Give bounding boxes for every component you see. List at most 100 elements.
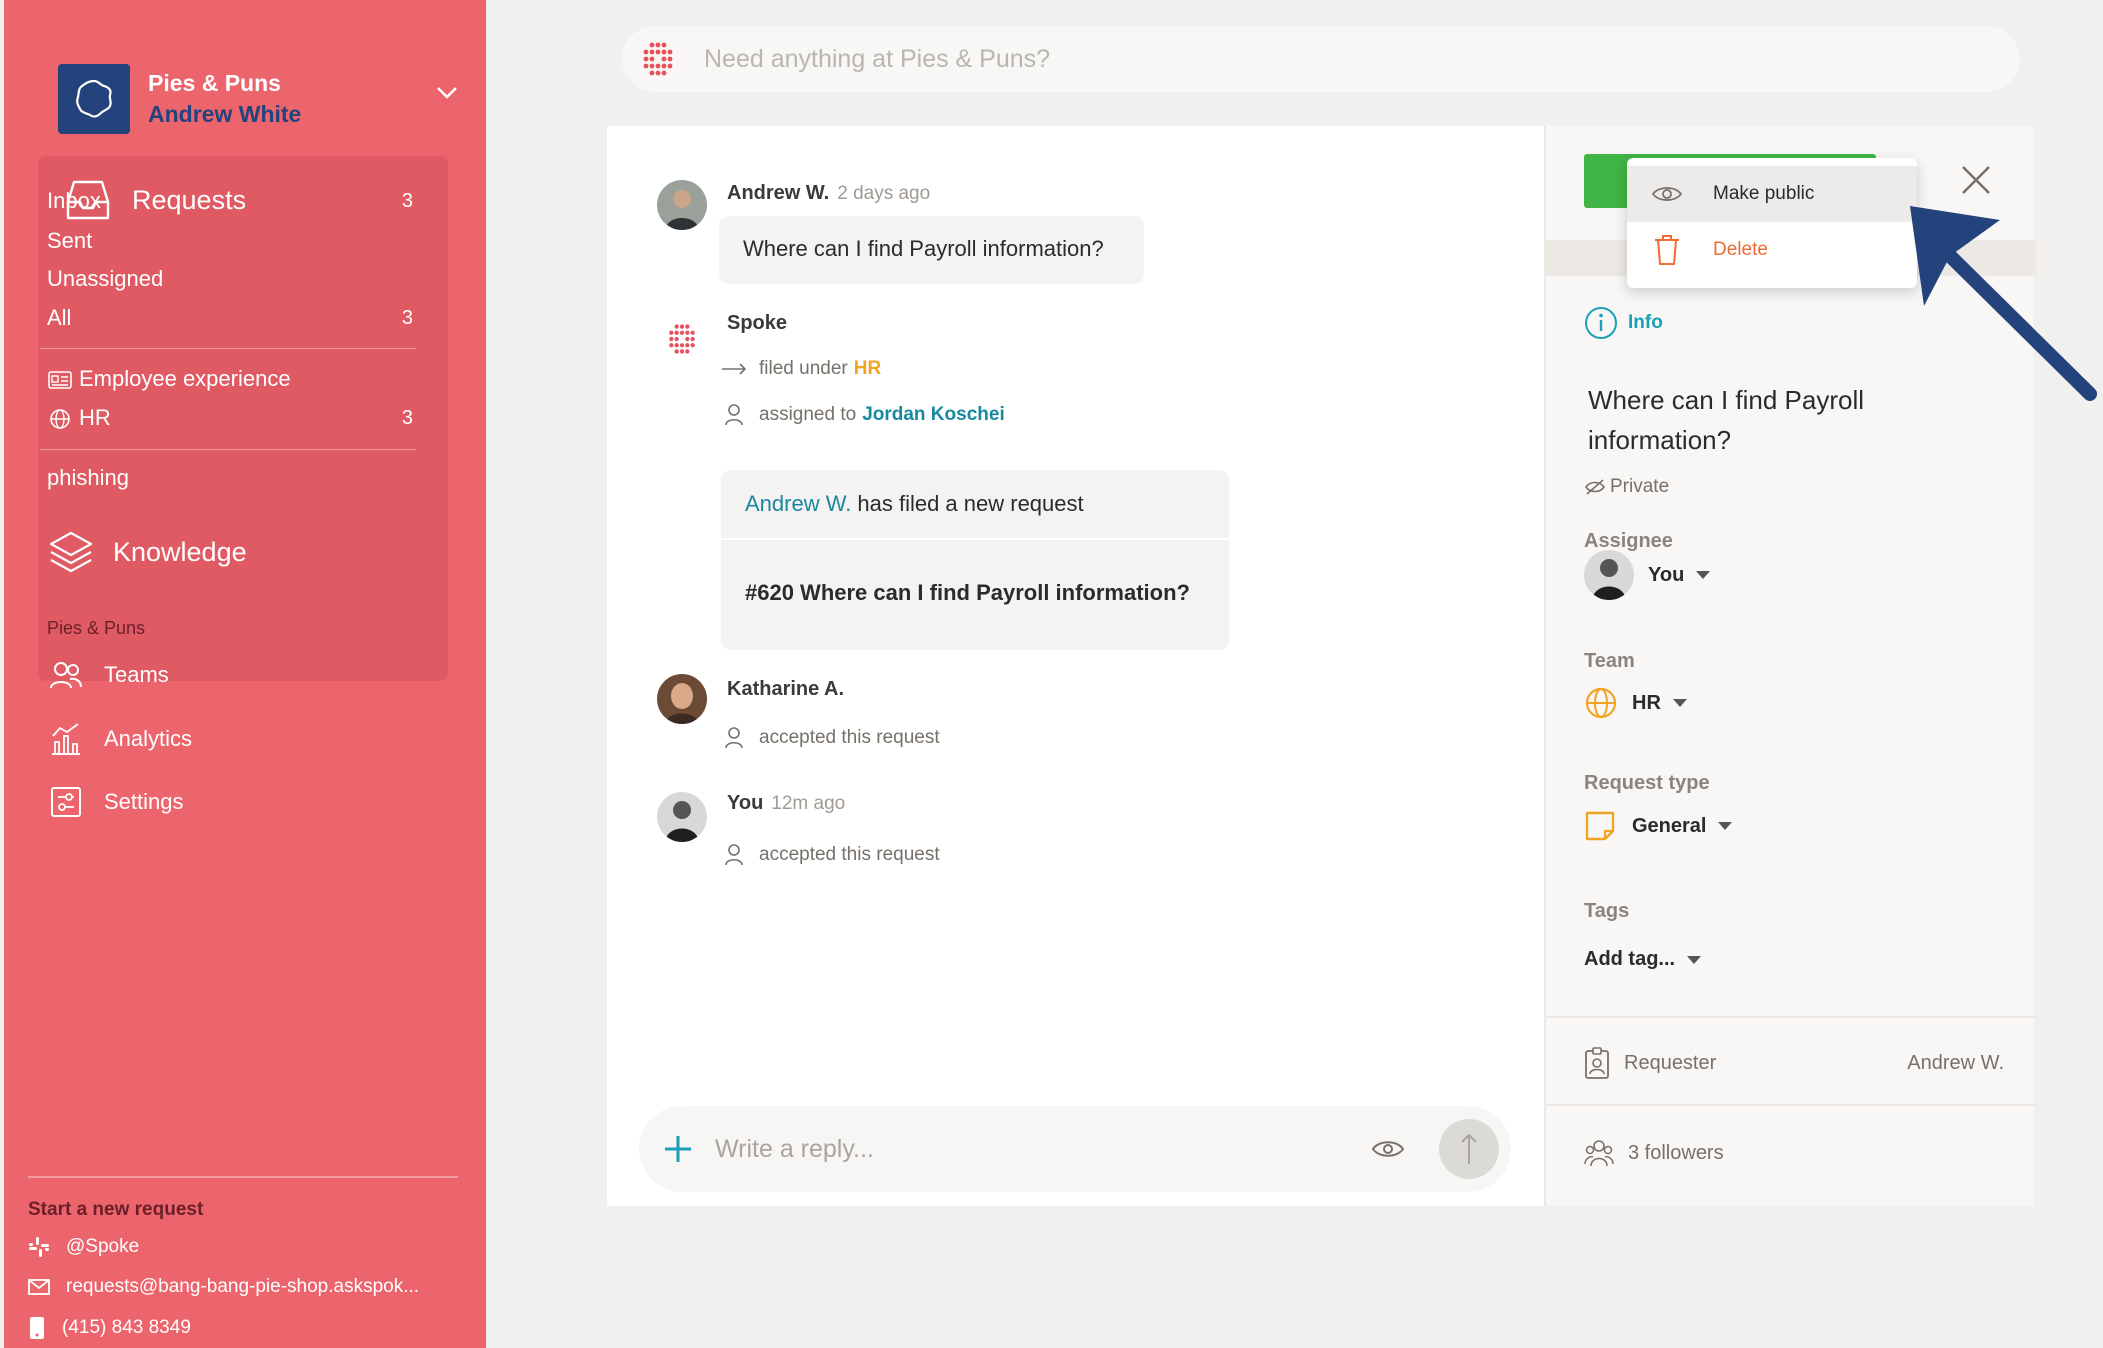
analytics-label: Analytics bbox=[104, 726, 193, 751]
sidebar-item-unassigned[interactable]: Unassigned bbox=[47, 266, 413, 292]
analytics-icon bbox=[52, 723, 80, 755]
person-icon bbox=[725, 727, 743, 749]
assignee-select[interactable]: You bbox=[1584, 550, 1711, 600]
send-button[interactable] bbox=[1439, 1119, 1499, 1179]
eye-icon[interactable] bbox=[1371, 1138, 1405, 1160]
divider bbox=[28, 1176, 458, 1178]
divider bbox=[40, 449, 416, 450]
requester-label: Requester bbox=[1624, 1051, 1717, 1074]
close-icon[interactable] bbox=[1960, 164, 1992, 196]
message-time: 12m ago bbox=[771, 793, 846, 814]
sidebar-item-label: Employee experience bbox=[79, 366, 291, 391]
settings-icon bbox=[51, 787, 81, 817]
message-bubble: Where can I find Payroll information? bbox=[719, 216, 1144, 284]
info-icon bbox=[1585, 307, 1617, 339]
menu-item-label: Make public bbox=[1713, 183, 1815, 204]
divider bbox=[1546, 1016, 2036, 1018]
caret-down-icon bbox=[1672, 699, 1687, 707]
request-type-value: General bbox=[1632, 814, 1707, 837]
teams-icon bbox=[50, 662, 82, 689]
contact-phone[interactable]: (415) 843 8349 bbox=[28, 1316, 191, 1340]
tags-value: Add tag... bbox=[1584, 948, 1676, 970]
request-title: Where can I find Payroll information? bbox=[1588, 385, 1865, 455]
slack-icon bbox=[29, 1237, 49, 1257]
globe-icon bbox=[50, 409, 70, 429]
sidebar-item-all[interactable]: All 3 bbox=[47, 305, 413, 331]
request-card[interactable]: Andrew W. has filed a new request #620 W… bbox=[721, 470, 1229, 650]
person-icon bbox=[725, 844, 743, 866]
contact-label: requests@bang-bang-pie-shop.askspok... bbox=[66, 1276, 420, 1297]
annotation-arrow-icon bbox=[1910, 206, 2097, 401]
settings-label: Settings bbox=[104, 789, 184, 814]
count-badge: 3 bbox=[401, 189, 413, 212]
event-assigned: assigned to Jordan Koschei bbox=[721, 404, 1005, 426]
sidebar-item-label: Unassigned bbox=[47, 266, 164, 291]
search-input[interactable]: Need anything at Pies & Puns? bbox=[704, 45, 1050, 74]
followers-icon bbox=[1584, 1140, 1614, 1167]
tab-info[interactable]: Info bbox=[1584, 306, 1663, 340]
divider bbox=[40, 348, 416, 349]
sidebar-item-analytics[interactable]: Analytics bbox=[50, 722, 192, 756]
tab-label: Info bbox=[1628, 312, 1663, 333]
menu-item-label: Delete bbox=[1713, 239, 1768, 260]
chevron-down-icon[interactable] bbox=[436, 86, 458, 100]
team-value: HR bbox=[1632, 691, 1661, 714]
count-badge: 3 bbox=[401, 306, 413, 329]
trash-icon bbox=[1655, 235, 1679, 265]
requester-value[interactable]: Andrew W. bbox=[1907, 1052, 2004, 1075]
arrow-right-icon bbox=[722, 363, 747, 375]
team-link[interactable]: HR bbox=[854, 358, 881, 380]
user-name: Andrew White bbox=[148, 101, 302, 127]
contact-slack[interactable]: @Spoke bbox=[28, 1236, 139, 1258]
avatar bbox=[657, 674, 707, 724]
request-type-select[interactable]: General bbox=[1584, 810, 1733, 842]
tags-select[interactable]: Add tag... bbox=[1584, 948, 1702, 971]
spoke-avatar bbox=[657, 314, 707, 364]
caret-down-icon bbox=[1696, 571, 1711, 579]
menu-item-delete[interactable]: Delete bbox=[1627, 222, 1917, 278]
sidebar-item-sent[interactable]: Sent bbox=[47, 228, 413, 254]
sidebar-item-label: All bbox=[47, 305, 72, 330]
sidebar-item-label: Sent bbox=[47, 228, 93, 253]
globe-icon bbox=[1585, 687, 1617, 719]
message-author: You bbox=[727, 792, 764, 814]
sidebar-item-inbox[interactable]: Inbox 3 bbox=[47, 188, 413, 214]
event-text: accepted this request bbox=[759, 844, 940, 865]
event-filed: filed under HR bbox=[721, 358, 881, 380]
caret-down-icon bbox=[1687, 955, 1702, 964]
event-text: filed under bbox=[759, 358, 848, 379]
menu-item-make-public[interactable]: Make public bbox=[1627, 166, 1917, 222]
message-text: Where can I find Payroll information? bbox=[743, 236, 1104, 261]
sidebar-item-settings[interactable]: Settings bbox=[50, 786, 184, 818]
sidebar-item-employee-experience[interactable]: Employee experience bbox=[47, 366, 413, 392]
message-author: Andrew W. bbox=[727, 182, 830, 204]
eye-off-icon bbox=[1585, 479, 1605, 495]
reply-input[interactable]: Write a reply... bbox=[715, 1135, 1371, 1164]
card-action-text: has filed a new request bbox=[857, 491, 1084, 516]
search-bar[interactable]: Need anything at Pies & Puns? bbox=[622, 26, 2020, 92]
caret-down-icon bbox=[1718, 822, 1733, 830]
tags-label: Tags bbox=[1584, 900, 1630, 922]
contact-email[interactable]: requests@bang-bang-pie-shop.askspok... bbox=[28, 1276, 419, 1298]
assignee-value: You bbox=[1648, 563, 1685, 586]
knowledge-label: Knowledge bbox=[113, 536, 247, 567]
sidebar-item-teams[interactable]: Teams bbox=[50, 660, 169, 690]
sidebar-item-phishing[interactable]: phishing bbox=[47, 465, 413, 491]
plus-icon[interactable] bbox=[663, 1134, 693, 1164]
workspace-name: Pies & Puns bbox=[148, 69, 281, 96]
workspace-switcher[interactable]: Pies & Puns Andrew White bbox=[58, 64, 458, 134]
visibility-label: Private bbox=[1584, 476, 1669, 498]
sidebar-item-knowledge[interactable]: Knowledge bbox=[47, 530, 247, 574]
event-text: accepted this request bbox=[759, 727, 940, 748]
team-select[interactable]: HR bbox=[1584, 686, 1687, 720]
assignee-link[interactable]: Jordan Koschei bbox=[862, 404, 1005, 426]
sidebar-item-hr[interactable]: HR 3 bbox=[47, 405, 413, 431]
request-card-header: Andrew W. has filed a new request bbox=[721, 470, 1229, 540]
workspace-logo bbox=[58, 64, 130, 134]
card-author-link[interactable]: Andrew W. bbox=[745, 491, 851, 517]
reply-box[interactable]: Write a reply... bbox=[639, 1106, 1511, 1192]
followers-row[interactable]: 3 followers bbox=[1584, 1139, 2004, 1167]
eye-icon bbox=[1651, 187, 1683, 201]
message: Katharine A. bbox=[657, 674, 844, 724]
mail-icon bbox=[28, 1279, 50, 1295]
